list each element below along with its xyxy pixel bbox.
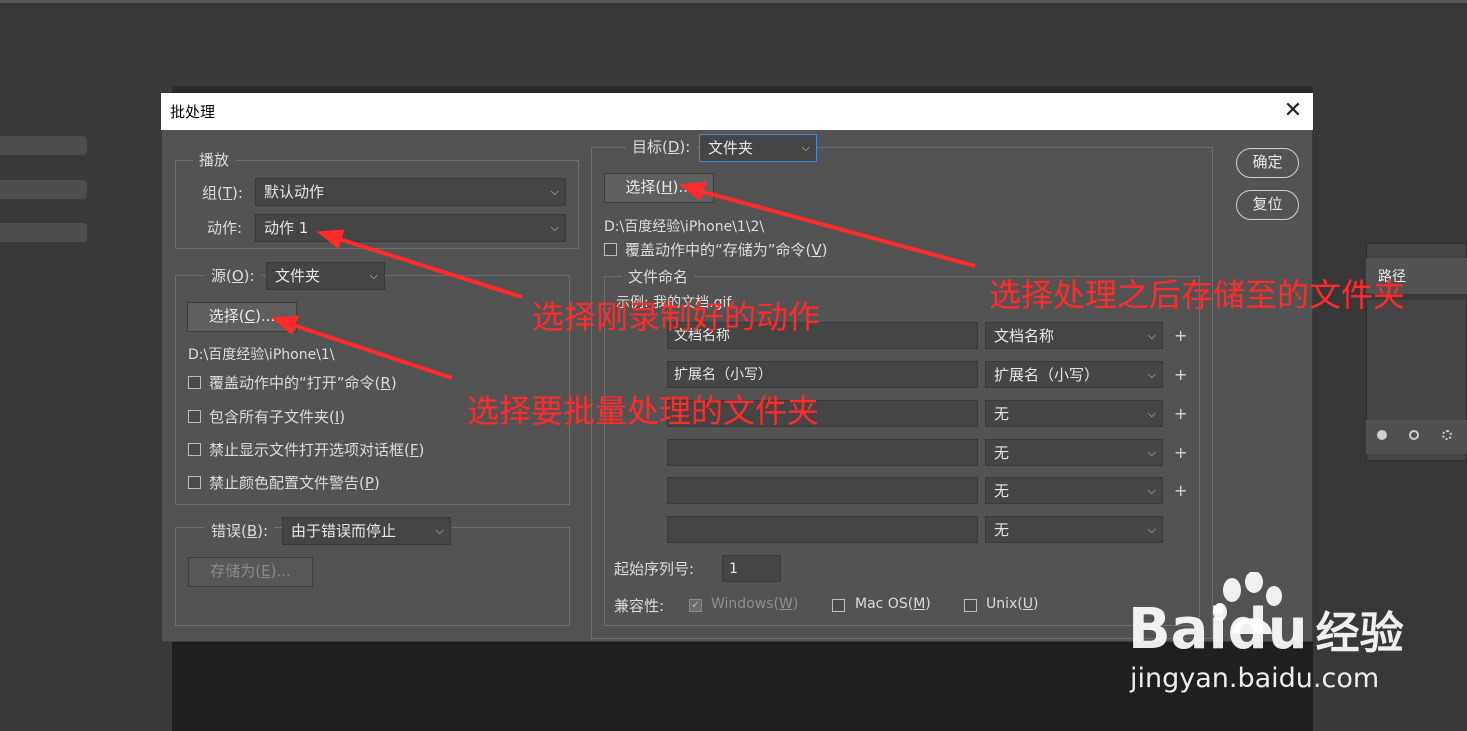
annotation-source: 选择要批量处理的文件夹 <box>467 392 820 430</box>
arrow-line-source <box>289 322 453 380</box>
arrow-head-action <box>316 229 345 249</box>
arrow-head-source <box>270 315 299 335</box>
annotation-action: 选择刚录制好的动作 <box>532 298 821 336</box>
watermark-url: jingyan.baidu.com <box>1130 663 1380 694</box>
annotation-target: 选择处理之后存储至的文件夹 <box>989 276 1406 314</box>
arrow-head-target <box>678 181 707 201</box>
arrow-line-action <box>335 236 523 299</box>
arrow-line-target <box>695 188 976 268</box>
watermark-brand: Baidu 经验 <box>1128 597 1404 662</box>
